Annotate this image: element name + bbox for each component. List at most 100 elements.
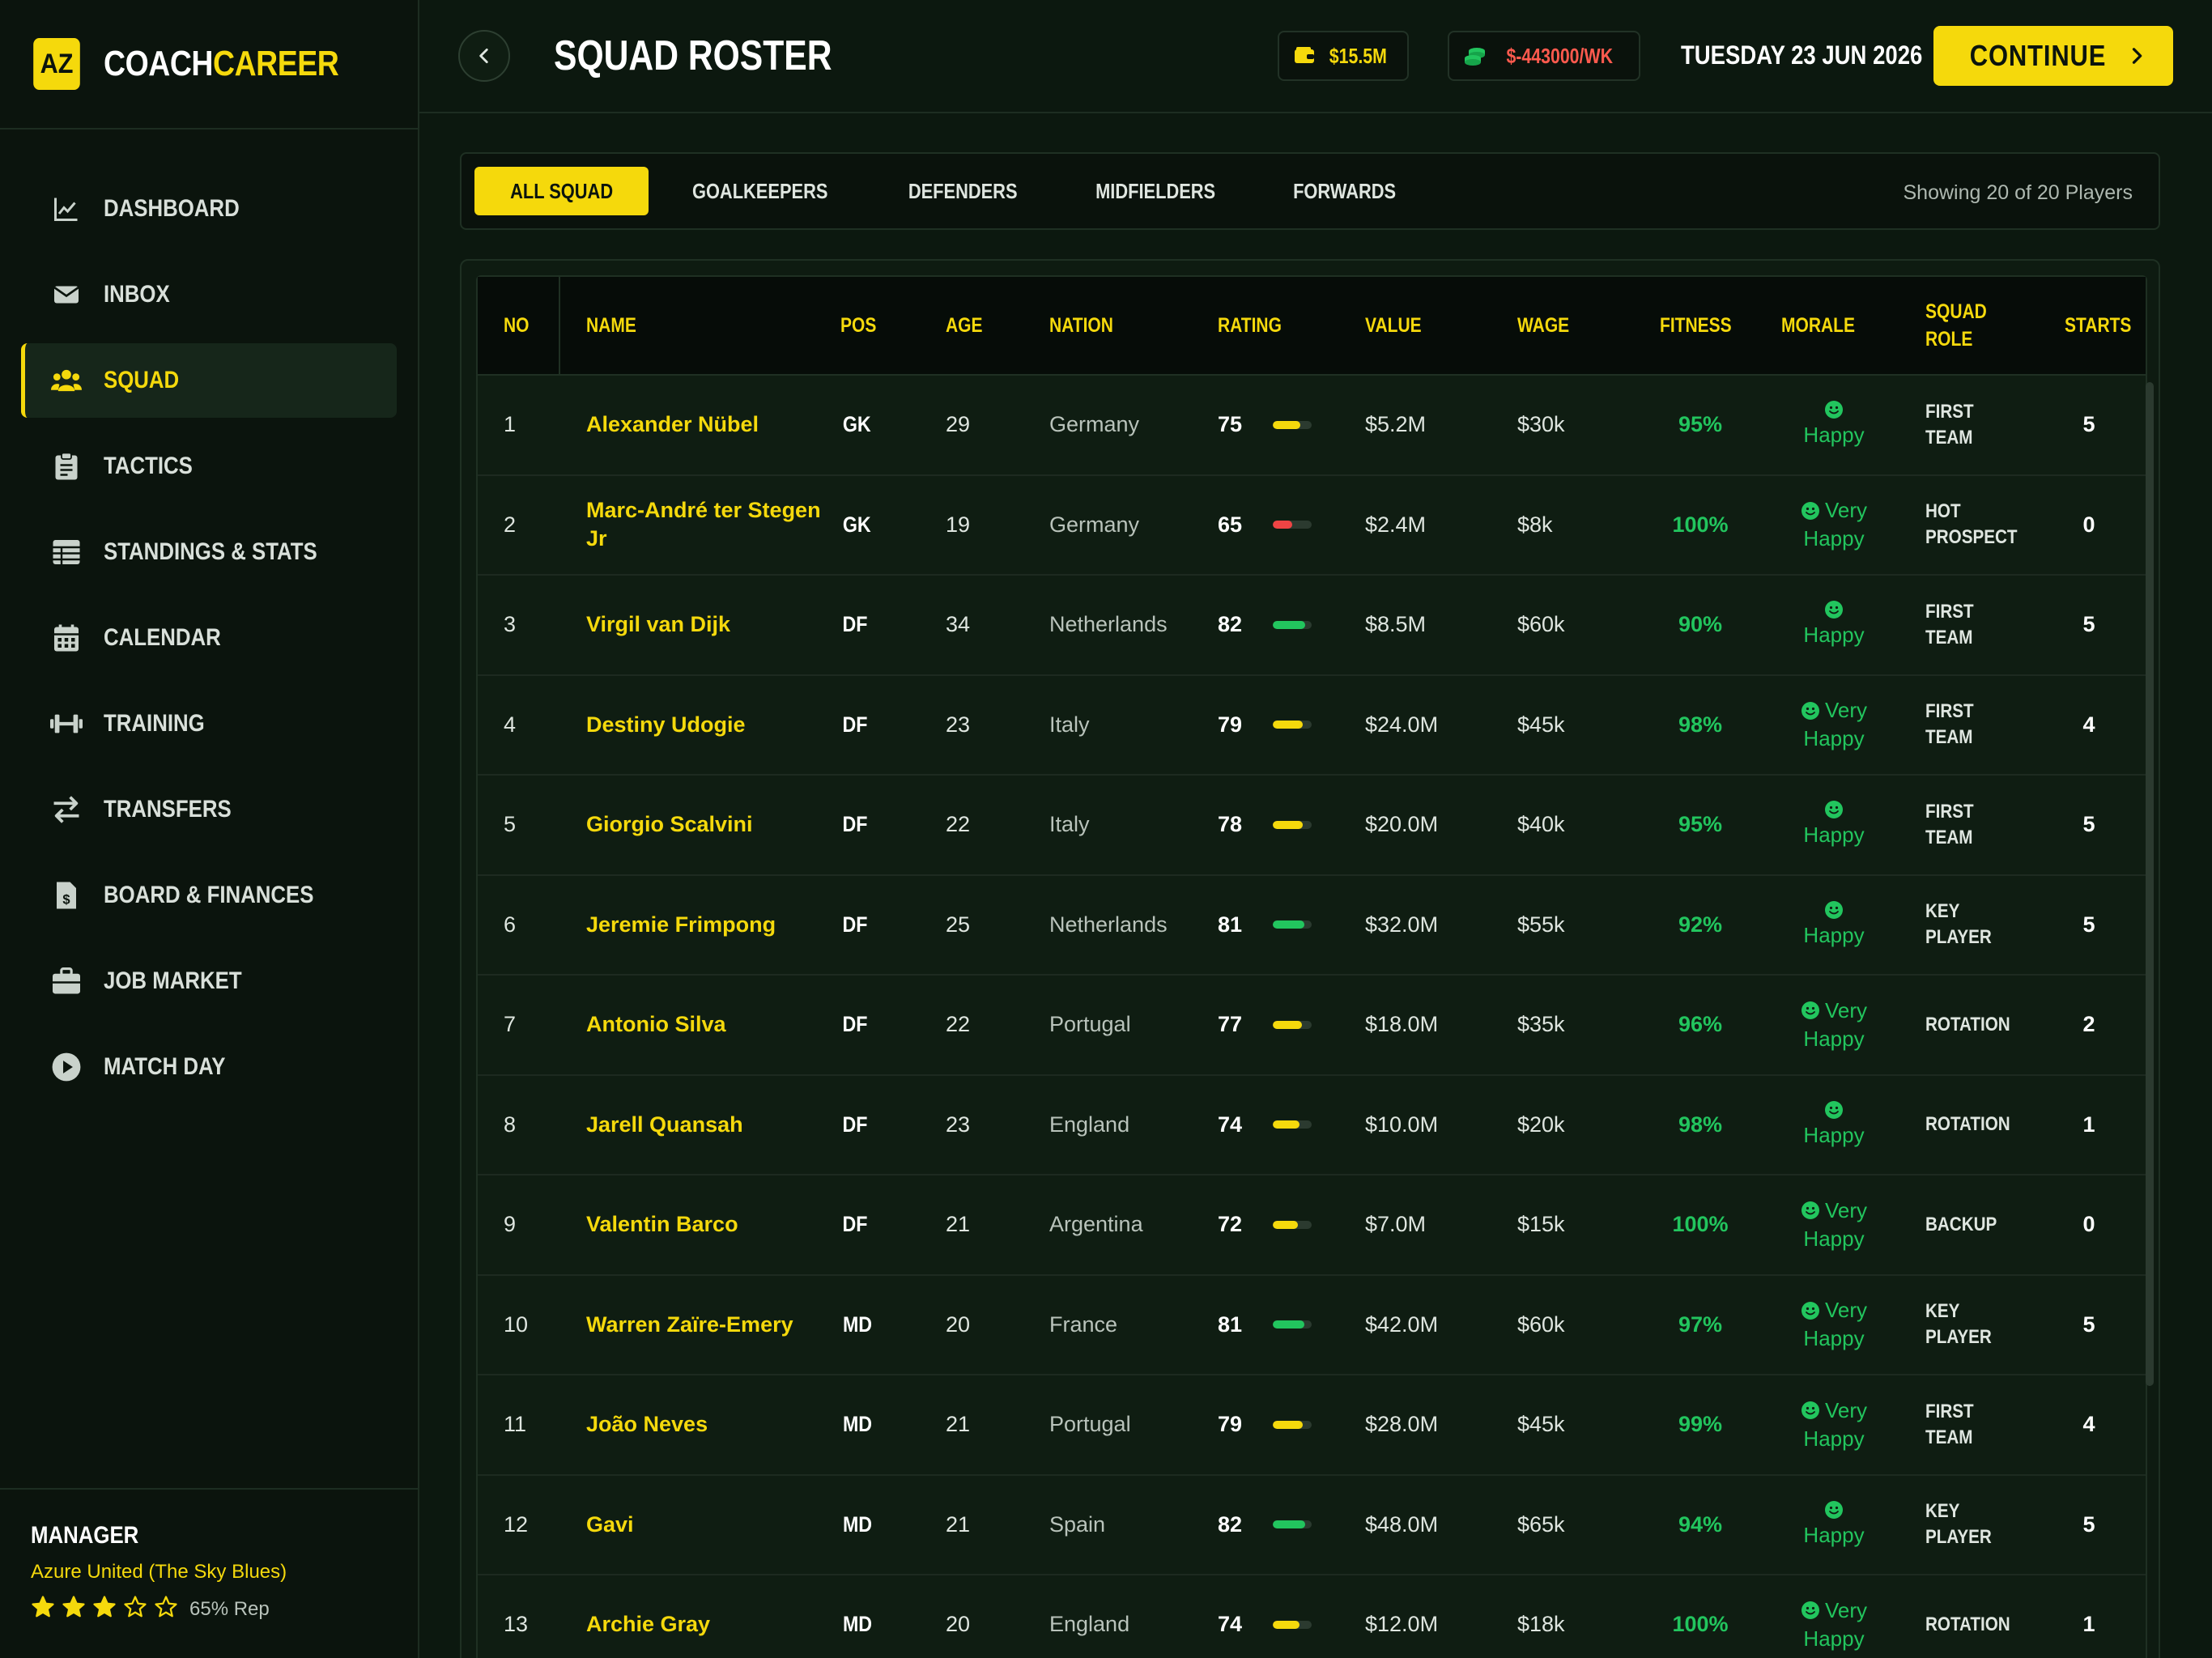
sidebar-item-label: BOARD & FINANCES: [104, 882, 314, 908]
column-header-morale[interactable]: MORALE: [1781, 312, 1855, 339]
manager-title: MANAGER: [31, 1522, 139, 1549]
player-starts: 5: [2082, 912, 2095, 937]
player-morale: Very Happy: [1781, 1375, 1887, 1474]
player-value: $7.0M: [1365, 1212, 1427, 1237]
table-row[interactable]: 8 Jarell Quansah DF 23 England 74 $10.0M $20k 98…: [478, 1075, 2146, 1175]
column-header-fitness[interactable]: FITNESS: [1660, 312, 1732, 339]
tab-all-squad[interactable]: ALL SQUAD: [474, 167, 649, 215]
sidebar-item-squad[interactable]: SQUAD: [21, 343, 397, 418]
chart-line-icon: [50, 193, 83, 225]
sidebar-item-board-finances[interactable]: $ BOARD & FINANCES: [21, 858, 397, 933]
player-name[interactable]: Giorgio Scalvini: [586, 776, 829, 874]
player-name[interactable]: Jeremie Frimpong: [586, 876, 829, 975]
column-header-no[interactable]: NO: [504, 312, 530, 339]
wallet-icon: [1294, 47, 1314, 63]
player-nation: Germany: [1049, 512, 1140, 537]
table-row[interactable]: 12 Gavi MD 21 Spain 82 $48.0M $65k 94% Happy KEY PL…: [478, 1475, 2146, 1575]
sidebar-item-calendar[interactable]: CALENDAR: [21, 601, 397, 675]
player-name[interactable]: João Neves: [586, 1375, 829, 1474]
player-morale: Happy: [1781, 876, 1887, 975]
tab-forwards[interactable]: FORWARDS: [1257, 167, 1431, 215]
continue-label: CONTINUE: [1969, 39, 2107, 72]
column-header-nation[interactable]: NATION: [1049, 312, 1113, 339]
column-header-squad-role[interactable]: SQUAD ROLE: [1925, 298, 1987, 353]
column-header-name[interactable]: NAME: [586, 312, 636, 339]
player-name[interactable]: Valentin Barco: [586, 1175, 829, 1274]
squad-table-container[interactable]: NO NAME POS AGE NATION RATING VALUE WAGE FITNESS…: [460, 259, 2160, 1658]
player-age: 22: [946, 1012, 971, 1037]
sidebar-item-label: STANDINGS & STATS: [104, 538, 317, 565]
player-rating: 78: [1218, 776, 1312, 874]
column-header-age[interactable]: AGE: [946, 312, 983, 339]
tab-goalkeepers[interactable]: GOALKEEPERS: [653, 167, 866, 215]
player-name[interactable]: Marc-André ter Stegen Jr: [586, 476, 829, 575]
rating-bar: [1273, 1620, 1312, 1629]
column-header-rating[interactable]: RATING: [1218, 312, 1282, 339]
player-fitness: 96%: [1678, 1012, 1723, 1037]
player-nation: Netherlands: [1049, 912, 1168, 937]
tab-defenders[interactable]: DEFENDERS: [872, 167, 1053, 215]
morale-text: Happy: [1803, 526, 1865, 551]
player-name[interactable]: Antonio Silva: [586, 976, 829, 1074]
squad-role-text: FIRST TEAM: [1925, 800, 1974, 848]
player-name[interactable]: Alexander Nübel: [586, 376, 829, 474]
sidebar-item-training[interactable]: TRAINING: [21, 687, 397, 761]
column-header-starts[interactable]: STARTS: [2065, 312, 2131, 339]
player-age: 29: [946, 412, 971, 437]
chevron-left-icon: [479, 49, 488, 63]
sidebar-item-match-day[interactable]: MATCH DAY: [21, 1030, 397, 1104]
player-name[interactable]: Gavi: [586, 1476, 829, 1575]
table-row[interactable]: 7 Antonio Silva DF 22 Portugal 77 $18.0M $35k 96…: [478, 976, 2146, 1076]
table-row[interactable]: 1 Alexander Nübel GK 29 Germany 75 $5.2M $30k 95…: [478, 376, 2146, 476]
sidebar-item-inbox[interactable]: INBOX: [21, 257, 397, 332]
player-fitness: 92%: [1678, 912, 1723, 937]
player-squad-role: FIRST TEAM: [1925, 576, 1981, 674]
player-name[interactable]: Destiny Udogie: [586, 676, 829, 775]
rating-value: 75: [1218, 412, 1243, 437]
column-header-wage[interactable]: WAGE: [1517, 312, 1569, 339]
player-name[interactable]: Virgil van Dijk: [586, 576, 829, 674]
table-row[interactable]: 4 Destiny Udogie DF 23 Italy 79 $24.0M $45k 98% V…: [478, 675, 2146, 776]
morale-line: Very: [1801, 1197, 1867, 1225]
table-row[interactable]: 13 Archie Gray MD 20 England 74 $12.0M $18k 100%…: [478, 1575, 2146, 1658]
table-row[interactable]: 2 Marc-André ter Stegen Jr GK 19 Germany 65 $2…: [478, 475, 2146, 576]
smiley-icon: [1801, 1601, 1820, 1620]
player-nation: Portugal: [1049, 1012, 1131, 1037]
column-header-value[interactable]: VALUE: [1365, 312, 1422, 339]
player-name[interactable]: Warren Zaïre-Emery: [586, 1276, 829, 1375]
player-position-label: MD: [842, 1412, 873, 1437]
squad-role-text: KEY PLAYER: [1925, 900, 1992, 949]
showing-count: Showing 20 of 20 Players: [1903, 181, 2133, 204]
sidebar-item-standings-stats[interactable]: STANDINGS & STATS: [21, 515, 397, 589]
table-row[interactable]: 3 Virgil van Dijk DF 34 Netherlands 82 $8.5M $6…: [478, 576, 2146, 676]
sidebar-item-tactics[interactable]: TACTICS: [21, 429, 397, 504]
player-number: 1: [504, 412, 517, 437]
tab-label: DEFENDERS: [908, 178, 1018, 203]
sidebar-item-transfers[interactable]: TRANSFERS: [21, 772, 397, 847]
smiley-icon: [1801, 1001, 1820, 1020]
sidebar-item-job-market[interactable]: JOB MARKET: [21, 944, 397, 1018]
back-button[interactable]: [458, 30, 510, 82]
table-row[interactable]: 11 João Neves MD 21 Portugal 79 $28.0M $45k 99% V…: [478, 1375, 2146, 1476]
table-row[interactable]: 5 Giorgio Scalvini DF 22 Italy 78 $20.0M $40k 95…: [478, 776, 2146, 876]
player-wage: $15k: [1517, 1212, 1565, 1237]
continue-button[interactable]: CONTINUE: [1933, 26, 2173, 86]
brand[interactable]: AZ COACHCAREER: [0, 0, 418, 130]
smiley-icon: [1801, 1401, 1820, 1420]
table-row[interactable]: 6 Jeremie Frimpong DF 25 Netherlands 81 $32.0M…: [478, 875, 2146, 976]
player-squad-role: KEY PLAYER: [1925, 1276, 2002, 1375]
player-starts: 5: [2082, 812, 2095, 837]
player-position-label: DF: [842, 1212, 868, 1237]
sidebar-item-label: TRAINING: [104, 710, 205, 737]
table-row[interactable]: 9 Valentin Barco DF 21 Argentina 72 $7.0M $15k 1…: [478, 1175, 2146, 1276]
column-header-pos[interactable]: POS: [840, 312, 876, 339]
morale-text: Happy: [1803, 1122, 1865, 1147]
player-morale: Very Happy: [1781, 676, 1887, 775]
rating-bar: [1273, 820, 1312, 829]
table-row[interactable]: 10 Warren Zaïre-Emery MD 20 France 81 $42.0M $6…: [478, 1275, 2146, 1375]
player-name[interactable]: Archie Gray: [586, 1575, 829, 1658]
sidebar-item-dashboard[interactable]: DASHBOARD: [21, 172, 397, 246]
scrollbar[interactable]: [2146, 382, 2154, 1386]
tab-midfielders[interactable]: MIDFIELDERS: [1058, 167, 1253, 215]
player-name[interactable]: Jarell Quansah: [586, 1076, 829, 1175]
